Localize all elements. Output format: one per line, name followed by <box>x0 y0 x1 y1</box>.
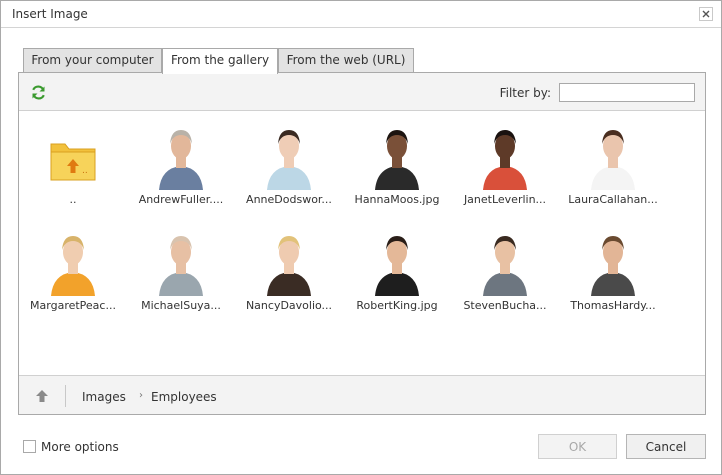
employee-photo <box>365 120 429 190</box>
gallery-item-name: JanetLeverlin... <box>463 193 547 206</box>
cancel-button[interactable]: Cancel <box>626 434 706 459</box>
dialog-titlebar: Insert Image <box>1 1 721 28</box>
gallery-item-name: HannaMoos.jpg <box>354 193 440 206</box>
gallery-grid: .... AndrewFuller.... AnneDodswor... HannaM… <box>19 112 705 374</box>
gallery-item-name: AnneDodswor... <box>246 193 332 206</box>
gallery-image-item[interactable]: JanetLeverlin... <box>451 116 559 216</box>
gallery-image-item[interactable]: NancyDavolio... <box>235 222 343 322</box>
employee-photo <box>257 120 321 190</box>
insert-image-dialog: Insert Image From your computer From the… <box>0 0 722 475</box>
employee-photo <box>41 226 105 296</box>
folder-up-icon: .. <box>41 120 105 190</box>
ok-button[interactable]: OK <box>538 434 617 459</box>
gallery-item-name: ThomasHardy... <box>570 299 656 312</box>
more-options-label[interactable]: More options <box>41 440 119 454</box>
gallery-image-item[interactable]: MichaelSuya... <box>127 222 235 322</box>
up-arrow-icon[interactable] <box>34 388 50 404</box>
employee-photo <box>581 120 645 190</box>
employee-photo <box>257 226 321 296</box>
tab-from-the-web[interactable]: From the web (URL) <box>278 48 414 73</box>
gallery-toolbar: Filter by: <box>19 73 705 111</box>
more-options-checkbox[interactable] <box>23 440 36 453</box>
breadcrumb-bar: Images › Employees <box>19 375 705 414</box>
gallery-image-item[interactable]: HannaMoos.jpg <box>343 116 451 216</box>
employee-photo <box>473 120 537 190</box>
gallery-panel: Filter by: .... AndrewFuller.... AnneDodsw… <box>18 72 706 415</box>
gallery-item-name: AndrewFuller.... <box>138 193 224 206</box>
employee-photo <box>473 226 537 296</box>
gallery-item-name: .. <box>69 193 77 206</box>
gallery-image-item[interactable]: LauraCallahan... <box>559 116 667 216</box>
close-icon[interactable] <box>699 7 713 21</box>
gallery-image-item[interactable]: ThomasHardy... <box>559 222 667 322</box>
gallery-image-item[interactable]: AnneDodswor... <box>235 116 343 216</box>
gallery-image-item[interactable]: MargaretPeac... <box>19 222 127 322</box>
breadcrumb-chevron-icon: › <box>139 390 143 401</box>
breadcrumb-images[interactable]: Images <box>82 390 126 404</box>
gallery-item-name: MargaretPeac... <box>30 299 116 312</box>
tab-from-the-gallery[interactable]: From the gallery <box>162 48 278 74</box>
gallery-image-item[interactable]: RobertKing.jpg <box>343 222 451 322</box>
folder-up-item[interactable]: .... <box>19 116 127 216</box>
employee-photo <box>365 226 429 296</box>
gallery-image-item[interactable]: AndrewFuller.... <box>127 116 235 216</box>
gallery-item-name: RobertKing.jpg <box>356 299 438 312</box>
filter-label: Filter by: <box>499 86 551 100</box>
gallery-item-name: MichaelSuya... <box>141 299 221 312</box>
employee-photo <box>149 120 213 190</box>
gallery-item-name: NancyDavolio... <box>245 299 333 312</box>
breadcrumb-divider <box>65 385 66 407</box>
gallery-image-item[interactable]: StevenBucha... <box>451 222 559 322</box>
filter-input[interactable] <box>559 83 695 102</box>
refresh-icon[interactable] <box>30 84 47 101</box>
svg-text:..: .. <box>82 166 88 176</box>
gallery-item-name: LauraCallahan... <box>568 193 658 206</box>
breadcrumb-employees[interactable]: Employees <box>151 390 217 404</box>
gallery-item-name: StevenBucha... <box>463 299 547 312</box>
employee-photo <box>149 226 213 296</box>
dialog-title: Insert Image <box>12 7 88 21</box>
tab-from-your-computer[interactable]: From your computer <box>23 48 162 73</box>
employee-photo <box>581 226 645 296</box>
